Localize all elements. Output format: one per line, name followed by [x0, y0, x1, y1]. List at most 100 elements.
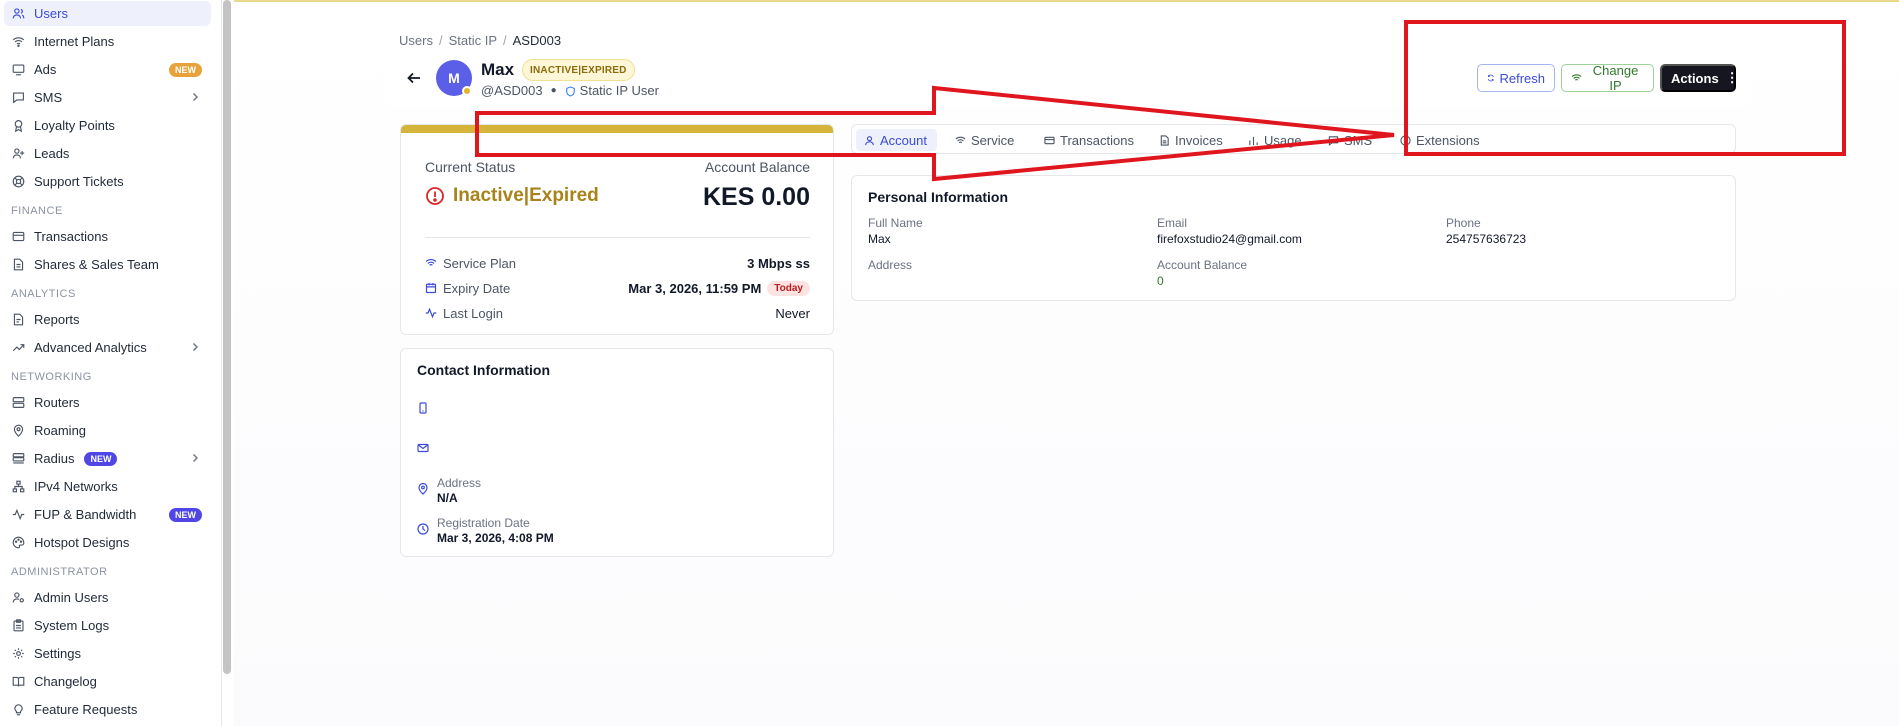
bar-chart-icon — [1249, 136, 1258, 145]
sidebar-item-label: Feature Requests — [34, 702, 138, 717]
page-title: Max — [481, 60, 515, 79]
sidebar-item-label: Transactions — [34, 229, 108, 244]
breadcrumb-users[interactable]: Users — [399, 33, 433, 48]
user-subtitle: @ASD003 ● Static IP User — [481, 83, 659, 98]
tab-invoices[interactable]: Invoices — [1151, 129, 1233, 151]
sidebar-item-label: Internet Plans — [34, 34, 115, 49]
sidebar-item-loyalty-points[interactable]: Loyalty Points — [4, 113, 211, 138]
palette-icon — [12, 536, 25, 549]
map-pin-icon — [417, 482, 429, 495]
sidebar-item-label: Admin Users — [34, 590, 109, 605]
divider — [425, 237, 810, 238]
tab-extensions[interactable]: Extensions — [1392, 129, 1490, 151]
mail-icon — [417, 441, 429, 453]
sidebar-item-label: Support Tickets — [34, 174, 124, 189]
back-arrow-icon[interactable] — [406, 70, 422, 86]
document-icon — [12, 258, 25, 271]
book-icon — [12, 675, 25, 688]
user-plus-icon — [12, 147, 25, 160]
user-icon — [865, 135, 874, 145]
address-label: Address — [437, 476, 482, 490]
refresh-button[interactable]: Refresh — [1477, 64, 1555, 92]
breadcrumb-static-ip[interactable]: Static IP — [449, 33, 497, 48]
sidebar-item-label: Reports — [34, 312, 80, 327]
sidebar-item-support-tickets[interactable]: Support Tickets — [4, 169, 211, 194]
sidebar-item-hotspot-designs[interactable]: Hotspot Designs — [4, 530, 211, 555]
sidebar-item-label: Leads — [34, 146, 70, 161]
sidebar-item-label: Settings — [34, 646, 81, 661]
sidebar-item-system-logs[interactable]: System Logs — [4, 613, 211, 638]
sidebar-item-changelog[interactable]: Changelog — [4, 669, 211, 694]
sidebar-item-ads[interactable]: Ads NEW — [4, 57, 211, 82]
sidebar-item-shares-sales-team[interactable]: Shares & Sales Team — [4, 252, 211, 277]
sidebar-item-admin-users[interactable]: Admin Users — [4, 585, 211, 610]
tab-transactions[interactable]: Transactions — [1036, 129, 1144, 151]
sidebar-item-label: Shares & Sales Team — [34, 257, 159, 272]
current-status-label: Current Status — [425, 159, 516, 175]
lifebuoy-icon — [12, 175, 25, 188]
sidebar-item-label: Loyalty Points — [34, 118, 115, 133]
sidebar-item-reports[interactable]: Reports — [4, 307, 211, 332]
sidebar-item-fup-bandwidth[interactable]: FUP & Bandwidth NEW — [4, 502, 211, 527]
tab-account[interactable]: Account — [856, 129, 937, 151]
sidebar-item-internet-plans[interactable]: Internet Plans — [4, 29, 211, 54]
service-plan-row: Service Plan 3 Mbps ss — [425, 254, 810, 272]
megaphone-icon — [12, 63, 25, 76]
clock-icon — [417, 522, 429, 535]
contact-card: Contact Information Address N/A Registra… — [400, 348, 834, 557]
breadcrumb-current: ASD003 — [512, 33, 562, 48]
sidebar-scrollbar[interactable] — [223, 0, 231, 674]
status-dot — [462, 86, 472, 96]
gear-icon — [12, 647, 25, 660]
sidebar-item-users[interactable]: Users — [4, 1, 211, 26]
phone-value: 254757636723 — [1446, 232, 1527, 246]
tab-service[interactable]: Service — [947, 129, 1024, 151]
chevron-right-icon[interactable] — [189, 341, 201, 353]
server-icon — [12, 396, 25, 409]
tab-sms[interactable]: SMS — [1320, 129, 1382, 151]
sidebar-item-roaming[interactable]: Roaming — [4, 418, 211, 443]
file-icon — [12, 313, 25, 326]
status-badge: INACTIVE|EXPIRED — [522, 59, 635, 81]
phone-label: Phone — [1446, 216, 1481, 230]
actions-button[interactable]: Actions ⋮ — [1660, 64, 1739, 92]
layers-icon — [12, 452, 25, 465]
network-icon — [12, 480, 25, 493]
section-heading-administrator: ADMINISTRATOR — [11, 566, 108, 578]
activity-icon — [12, 508, 25, 521]
chevron-right-icon[interactable] — [189, 91, 201, 103]
wifi-icon — [1571, 74, 1582, 81]
user-cog-icon — [12, 591, 25, 604]
sidebar-item-sms[interactable]: SMS — [4, 85, 211, 110]
sidebar-item-label: Ads — [34, 62, 57, 77]
trending-up-icon — [12, 341, 25, 354]
phone-icon — [417, 401, 429, 414]
new-badge: NEW — [84, 451, 118, 466]
wifi-icon — [12, 35, 25, 48]
contact-title: Contact Information — [417, 362, 550, 378]
map-pin-icon — [12, 424, 25, 437]
status-card: Current Status Account Balance Inactive|… — [400, 124, 834, 335]
full-name-label: Full Name — [868, 216, 923, 230]
sidebar-item-label: System Logs — [34, 618, 110, 633]
tab-usage[interactable]: Usage — [1240, 129, 1312, 151]
sidebar-item-transactions[interactable]: Transactions — [4, 224, 211, 249]
sidebar-item-leads[interactable]: Leads — [4, 141, 211, 166]
new-badge: NEW — [169, 508, 202, 522]
sidebar-item-settings[interactable]: Settings — [4, 641, 211, 666]
chevron-right-icon[interactable] — [189, 452, 201, 464]
wifi-icon — [955, 136, 966, 143]
account-balance-value: KES 0.00 — [702, 183, 810, 211]
sidebar-item-advanced-analytics[interactable]: Advanced Analytics — [4, 335, 211, 360]
sidebar-item-radius[interactable]: Radius NEW — [4, 446, 211, 471]
sidebar-item-feature-requests[interactable]: Feature Requests — [4, 697, 211, 722]
new-badge: NEW — [169, 63, 202, 77]
user-type: Static IP User — [579, 83, 659, 98]
sidebar-item-ipv4-networks[interactable]: IPv4 Networks — [4, 474, 211, 499]
sidebar-item-label: Changelog — [34, 674, 97, 689]
sidebar-item-routers[interactable]: Routers — [4, 390, 211, 415]
change-ip-button[interactable]: Change IP — [1561, 63, 1654, 93]
account-balance-value: 0 — [1157, 274, 1164, 288]
email-label: Email — [1157, 216, 1188, 230]
last-login-row: Last Login Never — [425, 304, 810, 322]
